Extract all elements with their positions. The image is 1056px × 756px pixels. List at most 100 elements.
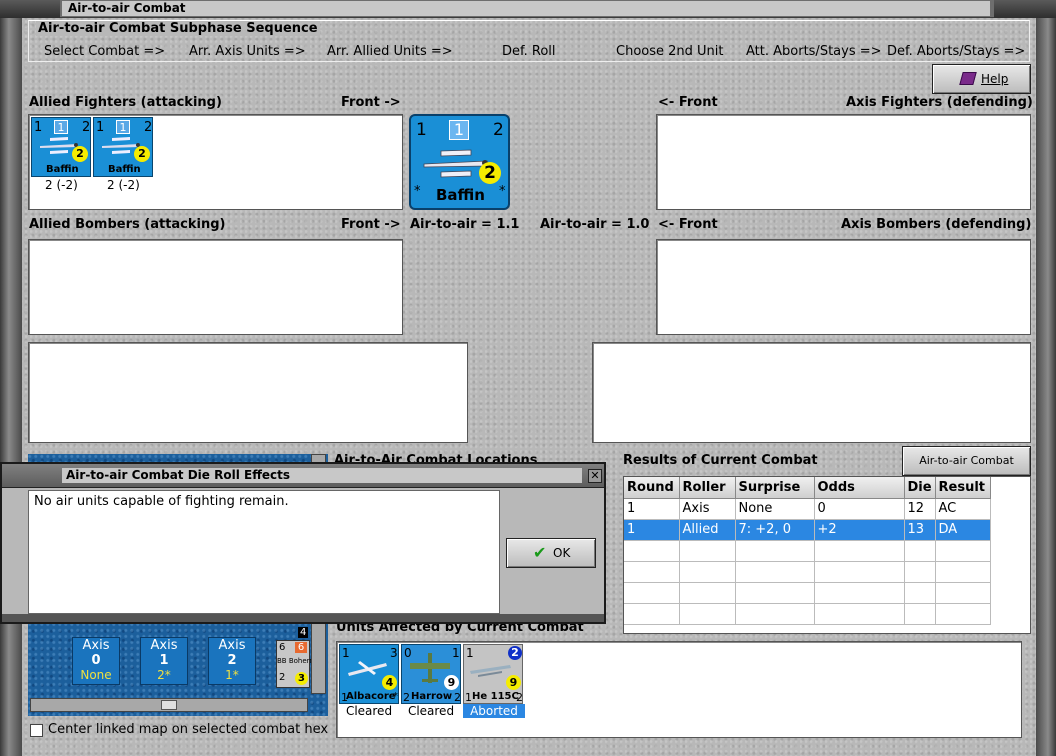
selected-circle-value: 2	[479, 162, 501, 184]
counter-tail: 2	[516, 691, 523, 704]
dialog-bottom-frame	[2, 614, 604, 622]
center-map-checkbox[interactable]	[30, 724, 43, 737]
counter-bottom-left: 1	[465, 691, 472, 704]
selected-star-right: *	[499, 184, 506, 199]
counter-circle-value: 2	[134, 146, 150, 162]
sequence-step-arrange-axis: Arr. Axis Units =>	[189, 44, 306, 59]
results-label: Results of Current Combat	[623, 453, 818, 468]
ok-button[interactable]: ✔ OK	[506, 538, 596, 568]
sequence-step-def-aborts: Def. Aborts/Stays =>	[887, 44, 1026, 59]
allied-info-panel	[28, 342, 468, 443]
axis-box-sub: None	[80, 668, 112, 682]
axis-box-0[interactable]: Axis 0 None	[72, 637, 120, 685]
dialog-message-box: No air units capable of fighting remain.	[28, 490, 500, 614]
air-combat-window: Air-to-air Combat Air-to-air Combat Subp…	[0, 0, 1056, 756]
axis-box-label: Axis	[82, 638, 110, 653]
counter-tail: 2	[454, 691, 461, 704]
axis-bombers-label: Axis Bombers (defending)	[841, 217, 1032, 232]
center-map-checkbox-label: Center linked map on selected combat hex	[48, 722, 329, 737]
dialog-message: No air units capable of fighting remain.	[34, 494, 289, 509]
ship-value-a: 6	[279, 642, 286, 653]
counter-tail: *	[393, 691, 398, 702]
axis-box-num: 2	[227, 653, 237, 668]
sequence-title: Air-to-air Combat Subphase Sequence	[36, 21, 320, 36]
allied-bombers-front: Front ->	[341, 217, 401, 232]
allied-bombers-label: Allied Bombers (attacking)	[29, 217, 226, 232]
results-table-panel: Round Roller Surprise Odds Die Result 1 …	[623, 476, 1031, 634]
allied-fighters-front: Front ->	[341, 95, 401, 110]
ship-value-c: 2	[279, 672, 286, 683]
col-round[interactable]: Round	[624, 477, 680, 499]
axis-box-num: 0	[91, 653, 101, 668]
counter-right-value: 2	[82, 120, 91, 135]
unit-status-selected: Aborted	[463, 704, 525, 718]
unit-status: 2 (-2)	[45, 178, 78, 192]
sequence-step-att-aborts: Att. Aborts/Stays =>	[746, 44, 882, 59]
counter-circle-value: 4	[382, 675, 397, 690]
counter-mid-value: 1	[116, 120, 130, 134]
counter-circle-value: 9	[506, 675, 521, 690]
selected-unit-counter[interactable]: 1 1 2 2 * Baffin *	[409, 114, 510, 210]
unit-counter-baffin[interactable]: 1 1 2 2 Baffin	[31, 117, 91, 177]
counter-bottom-left: 2	[403, 691, 410, 704]
affected-units-well[interactable]: 1 3 4 1 Albacore * Cleared 0 1 9 2 Harro…	[336, 641, 1022, 738]
cell-result: AC	[935, 498, 991, 520]
center-map-checkbox-row[interactable]: Center linked map on selected combat hex	[28, 722, 328, 740]
ship-unit-counter[interactable]: 6 6 BB Boherm 2 3	[276, 640, 316, 688]
ok-button-label: OK	[553, 546, 571, 560]
unit-counter-harrow[interactable]: 0 1 9 2 Harrow 2	[401, 644, 461, 704]
unit-counter-albacore[interactable]: 1 3 4 1 Albacore *	[339, 644, 399, 704]
map-horizontal-scrollbar[interactable]	[30, 698, 308, 712]
sequence-step-def-roll: Def. Roll	[502, 44, 556, 59]
ship-stack-count: 4	[298, 627, 309, 638]
unit-status: Cleared	[345, 704, 393, 718]
help-button[interactable]: Help	[932, 64, 1031, 94]
counter-name: Baffin	[108, 164, 141, 175]
cell-roller: Axis	[679, 498, 736, 520]
title-bar[interactable]: Air-to-air Combat	[0, 0, 1056, 18]
sequence-step-choose-2nd: Choose 2nd Unit	[616, 44, 724, 59]
unit-status: Cleared	[407, 704, 455, 718]
unit-status: 2 (-2)	[107, 178, 140, 192]
dialog-title-bar[interactable]: Air-to-air Combat Die Roll Effects ✕	[2, 464, 604, 488]
col-odds[interactable]: Odds	[814, 477, 905, 499]
col-die[interactable]: Die	[904, 477, 936, 499]
counter-circle-value: 9	[444, 675, 459, 690]
axis-fighters-well[interactable]	[656, 114, 1031, 210]
checkmark-icon: ✔	[533, 543, 547, 562]
unit-counter-baffin-2[interactable]: 1 1 2 2 Baffin	[93, 117, 153, 177]
selected-left-value: 1	[416, 120, 427, 140]
die-roll-effects-dialog: Air-to-air Combat Die Roll Effects ✕ No …	[0, 462, 606, 624]
window-frame-right	[1036, 18, 1056, 756]
cell-roller: Allied	[679, 519, 736, 541]
results-header: Round Roller Surprise Odds Die Result	[624, 477, 991, 499]
counter-left-value: 1	[96, 120, 105, 135]
combat-chart-button[interactable]: Air-to-air Combat Chart	[902, 446, 1031, 495]
axis-bombers-well[interactable]	[656, 239, 1031, 335]
close-icon[interactable]: ✕	[588, 469, 602, 483]
title-bar-left-cap	[0, 0, 60, 18]
col-roller[interactable]: Roller	[679, 477, 736, 499]
col-surprise[interactable]: Surprise	[735, 477, 815, 499]
ship-value-d: 3	[295, 672, 308, 685]
axis-box-num: 1	[159, 653, 169, 668]
cell-surprise: 7: +2, 0	[735, 519, 815, 541]
counter-right-value: 3	[390, 646, 398, 660]
allied-fighters-well[interactable]: 1 1 2 2 Baffin 2 (-2) 1 1 2 2 Baffin 2 (…	[28, 114, 403, 210]
axis-box-2[interactable]: Axis 2 1*	[208, 637, 256, 685]
map-scroll-thumb[interactable]	[161, 700, 177, 710]
axis-box-sub: 2*	[157, 668, 171, 682]
table-row-empty	[624, 540, 991, 562]
results-table: Round Roller Surprise Odds Die Result 1 …	[624, 477, 991, 625]
table-row[interactable]: 1 Axis None 0 12 AC	[624, 498, 991, 520]
axis-box-1[interactable]: Axis 1 2*	[140, 637, 188, 685]
allied-bombers-well[interactable]	[28, 239, 403, 335]
unit-counter-he115c[interactable]: 1 2 9 1 He 115C 2	[463, 644, 523, 704]
table-row-selected[interactable]: 1 Allied 7: +2, 0 +2 13 DA	[624, 519, 991, 541]
allied-air-to-air-value: Air-to-air = 1.1	[410, 217, 520, 232]
table-row-empty	[624, 582, 991, 604]
ship-value-b: 6	[295, 642, 307, 653]
cell-round: 1	[624, 498, 680, 520]
col-result[interactable]: Result	[935, 477, 991, 499]
counter-name: He 115C	[472, 691, 519, 702]
